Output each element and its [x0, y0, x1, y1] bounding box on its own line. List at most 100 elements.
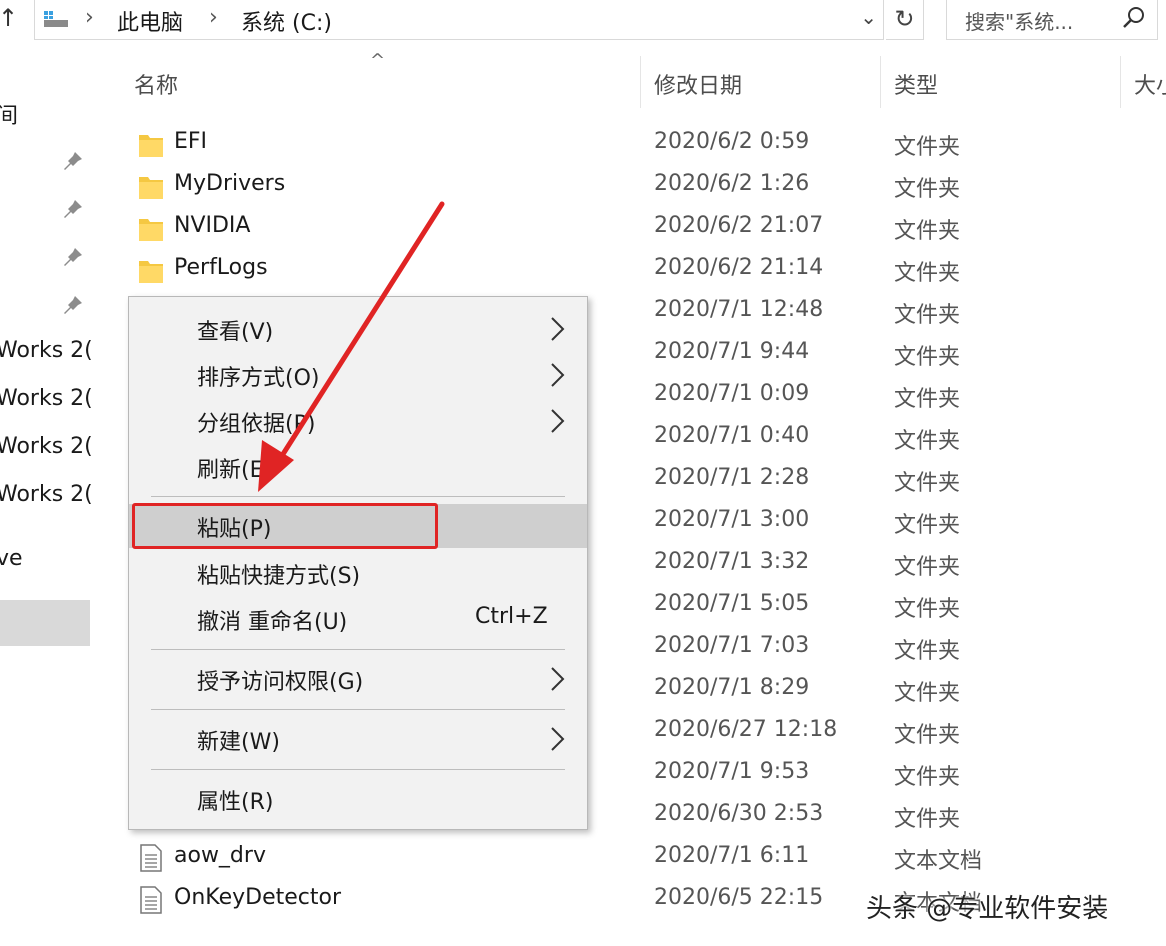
menu-item-label: 新建(W)	[197, 730, 280, 755]
file-type: 文件夹	[894, 303, 961, 328]
search-placeholder: 搜索"系统...	[965, 10, 1074, 34]
menu-item-paste-shortcut[interactable]: 粘贴快捷方式(S)	[129, 551, 587, 595]
file-name: PerfLogs	[174, 255, 268, 280]
pin-icon	[64, 152, 82, 170]
refresh-button[interactable]: ↻	[886, 0, 924, 40]
file-modified-date: 2020/6/27 12:18	[654, 717, 838, 742]
column-header-type[interactable]: 类型	[894, 68, 938, 100]
file-type: 文件夹	[894, 723, 961, 748]
file-modified-date: 2020/7/1 9:44	[654, 339, 810, 364]
file-modified-date: 2020/6/2 1:26	[654, 171, 810, 196]
file-type: 文件夹	[894, 555, 961, 580]
file-modified-date: 2020/7/1 12:48	[654, 297, 824, 322]
file-name: OnKeyDetector	[174, 885, 342, 910]
menu-item-group[interactable]: 分组依据(P)	[129, 399, 587, 443]
file-modified-date: 2020/6/5 22:15	[654, 885, 824, 910]
folder-icon	[139, 177, 163, 199]
search-icon	[1123, 7, 1144, 28]
breadcrumb-separator-icon[interactable]: ›	[85, 5, 94, 30]
file-type: 文件夹	[894, 135, 961, 160]
sort-up-icon: ^	[370, 50, 386, 71]
column-header-name[interactable]: 名称	[134, 68, 178, 100]
folder-icon	[139, 219, 163, 241]
context-menu: 查看(V) 排序方式(O) 分组依据(P) 刷新(E) 粘贴(P) 粘贴快捷方式…	[128, 296, 588, 830]
column-header-size[interactable]: 大小	[1134, 68, 1166, 100]
column-divider[interactable]	[1120, 56, 1121, 108]
nav-item-works[interactable]: Works 2(	[0, 434, 93, 459]
menu-item-view[interactable]: 查看(V)	[129, 307, 587, 351]
file-type: 文件夹	[894, 261, 961, 286]
menu-separator	[151, 649, 565, 650]
menu-item-label: 排序方式(O)	[197, 366, 320, 391]
highlight-box	[132, 503, 438, 549]
file-row[interactable]: MyDrivers 2020/6/2 1:26 文件夹	[130, 164, 1166, 206]
nav-item-works[interactable]: Works 2(	[0, 386, 93, 411]
file-modified-date: 2020/6/2 0:59	[654, 129, 810, 154]
drive-icon	[44, 11, 68, 27]
address-bar-row: ↑ › 此电脑 › 系统 (C:) ⌄ ↻ 搜索"系统...	[0, 0, 1166, 40]
file-row[interactable]: PerfLogs 2020/6/2 21:14 文件夹	[130, 248, 1166, 290]
column-header-modified[interactable]: 修改日期	[654, 68, 742, 100]
menu-item-label: 撤消 重命名(U)	[197, 610, 348, 635]
address-bar[interactable]: › 此电脑 › 系统 (C:) ⌄	[34, 0, 884, 40]
file-type: 文件夹	[894, 219, 961, 244]
chevron-down-icon[interactable]: ⌄	[860, 5, 877, 29]
breadcrumb-drive-c[interactable]: 系统 (C:)	[241, 5, 332, 37]
file-modified-date: 2020/7/1 9:53	[654, 759, 810, 784]
file-type: 文件夹	[894, 681, 961, 706]
menu-item-shortcut: Ctrl+Z	[475, 604, 548, 629]
menu-item-refresh[interactable]: 刷新(E)	[129, 445, 587, 489]
file-modified-date: 2020/6/2 21:07	[654, 213, 824, 238]
menu-item-undo-rename[interactable]: 撤消 重命名(U) Ctrl+Z	[129, 597, 587, 641]
search-box[interactable]: 搜索"系统...	[946, 0, 1158, 40]
nav-item-fragment[interactable]: ve	[0, 546, 23, 571]
file-type: 文件夹	[894, 765, 961, 790]
file-name: EFI	[174, 129, 208, 154]
file-modified-date: 2020/7/1 0:40	[654, 423, 810, 448]
nav-item-works[interactable]: Works 2(	[0, 482, 93, 507]
file-modified-date: 2020/7/1 8:29	[654, 675, 810, 700]
menu-item-label: 刷新(E)	[197, 458, 273, 483]
file-name: NVIDIA	[174, 213, 251, 238]
file-modified-date: 2020/7/1 2:28	[654, 465, 810, 490]
file-type: 文件夹	[894, 471, 961, 496]
menu-item-label: 粘贴快捷方式(S)	[197, 564, 361, 589]
menu-item-label: 授予访问权限(G)	[197, 670, 364, 695]
pin-icon	[64, 200, 82, 218]
file-modified-date: 2020/6/30 2:53	[654, 801, 824, 826]
up-arrow-icon[interactable]: ↑	[0, 4, 18, 32]
file-row[interactable]: aow_drv 2020/7/1 6:11 文本文档	[130, 836, 1166, 878]
menu-item-sort[interactable]: 排序方式(O)	[129, 353, 587, 397]
menu-separator	[151, 769, 565, 770]
nav-item-selected[interactable]	[0, 600, 90, 646]
menu-item-new[interactable]: 新建(W)	[129, 717, 587, 761]
nav-item-works[interactable]: Works 2(	[0, 338, 93, 363]
file-row[interactable]: EFI 2020/6/2 0:59 文件夹	[130, 122, 1166, 164]
file-name: MyDrivers	[174, 171, 286, 196]
chevron-right-icon	[551, 409, 565, 433]
file-type: 文本文档	[894, 849, 983, 874]
chevron-right-icon	[551, 363, 565, 387]
column-divider[interactable]	[640, 56, 641, 108]
menu-item-label: 查看(V)	[197, 320, 274, 345]
file-modified-date: 2020/7/1 7:03	[654, 633, 810, 658]
folder-icon	[139, 135, 163, 157]
nav-item-fragment[interactable]: 间	[0, 98, 18, 130]
file-modified-date: 2020/7/1 3:32	[654, 549, 810, 574]
file-type: 文件夹	[894, 639, 961, 664]
file-type: 文件夹	[894, 345, 961, 370]
file-row[interactable]: NVIDIA 2020/6/2 21:07 文件夹	[130, 206, 1166, 248]
menu-item-grant-access[interactable]: 授予访问权限(G)	[129, 657, 587, 701]
pin-icon	[64, 296, 82, 314]
breadcrumb-separator-icon[interactable]: ›	[209, 5, 218, 30]
file-type: 文件夹	[894, 387, 961, 412]
column-divider[interactable]	[880, 56, 881, 108]
text-document-icon	[140, 844, 162, 872]
breadcrumb-this-pc[interactable]: 此电脑	[117, 5, 183, 37]
menu-item-label: 属性(R)	[197, 790, 274, 815]
menu-item-properties[interactable]: 属性(R)	[129, 777, 587, 821]
pin-icon	[64, 248, 82, 266]
menu-separator	[151, 709, 565, 710]
menu-item-label: 分组依据(P)	[197, 412, 316, 437]
file-type: 文件夹	[894, 513, 961, 538]
